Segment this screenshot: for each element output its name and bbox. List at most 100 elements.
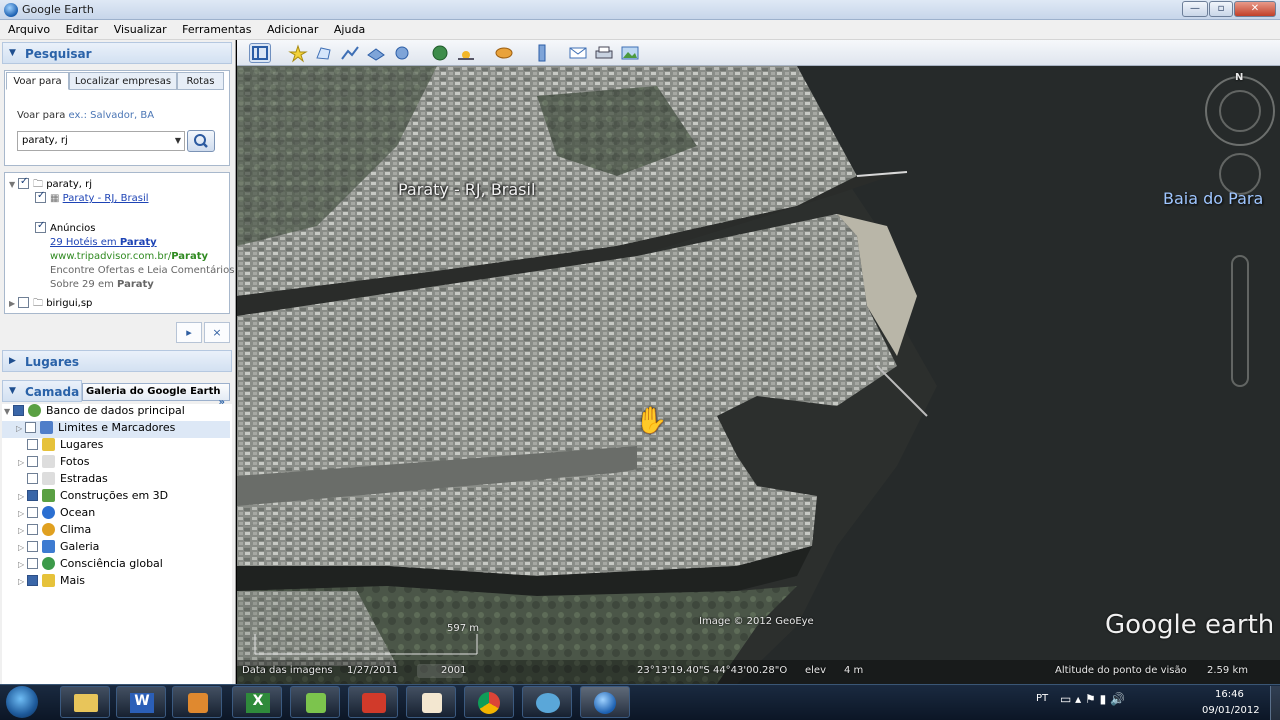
result-second[interactable]: ▶ 🗀 birigui,sp [9,296,92,313]
tree-expand-icon[interactable]: ▶ [9,299,18,308]
add-placemark-button[interactable] [287,43,309,63]
switch-planet-button[interactable] [493,43,515,63]
ad-title-text[interactable]: 29 Hotéis em [50,237,120,248]
ad-url[interactable]: www.tripadvisor.com.br/Paraty [50,251,208,262]
checkbox[interactable] [27,490,38,501]
layer-item[interactable]: ▷ Clima [18,523,91,540]
tab-fly-to[interactable]: Voar para [6,72,69,90]
tree-expand-icon[interactable]: ▷ [18,577,27,586]
menu-editar[interactable]: Editar [58,20,103,36]
chrome-icon[interactable] [464,686,514,718]
save-image-button[interactable] [619,43,641,63]
tab-directions[interactable]: Rotas [177,72,224,90]
menu-visualizar[interactable]: Visualizar [106,20,171,36]
google-earth-icon[interactable] [580,686,630,718]
checkbox[interactable] [27,558,38,569]
excel-icon[interactable]: X [232,686,282,718]
checkbox[interactable] [27,473,38,484]
tree-expand-icon[interactable]: ▷ [18,526,27,535]
close-button[interactable]: ✕ [1234,1,1276,17]
paint-icon[interactable] [406,686,456,718]
toggle-sidebar-button[interactable] [249,43,271,63]
record-tour-button[interactable] [391,43,413,63]
results-clear-button[interactable]: × [204,322,230,343]
checkbox[interactable] [27,575,38,586]
ad-title-bold[interactable]: Paraty [120,237,157,248]
clock-date[interactable]: 09/01/2012 [1202,705,1260,716]
checkbox[interactable] [18,297,29,308]
places-panel-header[interactable]: ▶ Lugares [2,350,232,372]
sunlight-button[interactable] [455,43,477,63]
tree-expand-icon[interactable]: ▼ [9,180,18,189]
layer-item[interactable]: ▷ Mais [18,574,85,591]
checkbox[interactable] [27,456,38,467]
checkbox[interactable] [27,439,38,450]
checkbox[interactable] [27,507,38,518]
menu-adicionar[interactable]: Adicionar [259,20,322,36]
media-player-icon[interactable] [172,686,222,718]
show-desktop-button[interactable] [1270,686,1280,720]
earth-gallery-button[interactable]: Galeria do Google Earth » [82,383,230,408]
language-indicator[interactable]: PT [1036,693,1048,704]
results-expand-button[interactable]: ▸ [176,322,202,343]
tab-find-businesses[interactable]: Localizar empresas [69,72,177,90]
layers-panel-header[interactable]: ▼ Camada [2,380,82,402]
checkbox[interactable] [35,220,46,233]
layer-item[interactable]: Estradas [18,472,108,489]
tree-expand-icon[interactable]: ▼ [4,407,13,416]
place-label-paraty[interactable]: Paraty - RJ, Brasil [398,180,535,199]
explorer-icon[interactable] [60,686,110,718]
fly-to-input[interactable]: paraty, rj ▼ [17,131,185,151]
bay-label[interactable]: Baia do Para [1163,189,1263,208]
minimize-button[interactable]: — [1182,1,1208,17]
ad-title[interactable]: 29 Hotéis em Paraty [50,237,157,248]
app-green-icon[interactable] [290,686,340,718]
clock-time[interactable]: 16:46 [1215,689,1244,700]
checkbox[interactable] [18,176,29,189]
checkbox[interactable] [27,541,38,552]
checkbox[interactable] [35,190,46,203]
add-overlay-button[interactable] [365,43,387,63]
print-button[interactable] [593,43,615,63]
tree-expand-icon[interactable]: ▷ [18,509,27,518]
word-icon[interactable]: W [116,686,166,718]
layer-item[interactable]: ▷ Galeria [18,540,99,557]
checkbox[interactable] [25,422,36,433]
checkbox[interactable] [27,524,38,535]
collapse-arrow-icon: ▼ [9,386,16,396]
historical-imagery-button[interactable] [429,43,451,63]
layer-item[interactable]: ▼ Banco de dados principal [4,404,185,421]
messenger-icon[interactable] [522,686,572,718]
start-button[interactable] [6,686,38,718]
tree-expand-icon[interactable]: ▷ [18,560,27,569]
layer-item[interactable]: ▷ Construções em 3D [18,489,168,506]
layer-item[interactable]: ▷ Limites e Marcadores [2,421,230,438]
camera-icon[interactable] [348,686,398,718]
ruler-button[interactable] [531,43,553,63]
layer-item[interactable]: ▷ Ocean [18,506,95,523]
dropdown-arrow-icon[interactable]: ▼ [175,136,181,145]
checkbox[interactable] [13,405,24,416]
tray-icons[interactable]: ▭ ▴ ⚑ ▮ 🔊 [1060,692,1125,706]
layer-item[interactable]: ▷ Consciência global [18,557,163,574]
search-panel-header[interactable]: ▼ Pesquisar [2,42,232,64]
layer-item[interactable]: ▷ Fotos [18,455,89,472]
layer-item[interactable]: Lugares [18,438,103,455]
tree-expand-icon[interactable]: ▷ [18,458,27,467]
menu-arquivo[interactable]: Arquivo [0,20,54,36]
map-view[interactable]: Paraty - RJ, Brasil Baia do Para N 597 m… [237,66,1280,684]
tree-expand-icon[interactable]: ▷ [18,543,27,552]
result-place[interactable]: ▦ Paraty - RJ, Brasil [35,190,149,204]
tree-expand-icon[interactable]: ▷ [16,424,25,433]
email-button[interactable] [567,43,589,63]
north-indicator[interactable]: N [1235,72,1243,83]
search-button[interactable] [187,130,215,152]
maximize-button[interactable]: ▫ [1209,1,1233,17]
menu-ajuda[interactable]: Ajuda [326,20,369,36]
historical-year-badge[interactable]: 2001 [417,664,466,678]
add-path-button[interactable] [339,43,361,63]
place-link[interactable]: Paraty - RJ, Brasil [63,193,149,204]
menu-ferramentas[interactable]: Ferramentas [174,20,255,36]
add-polygon-button[interactable] [313,43,335,63]
tree-expand-icon[interactable]: ▷ [18,492,27,501]
